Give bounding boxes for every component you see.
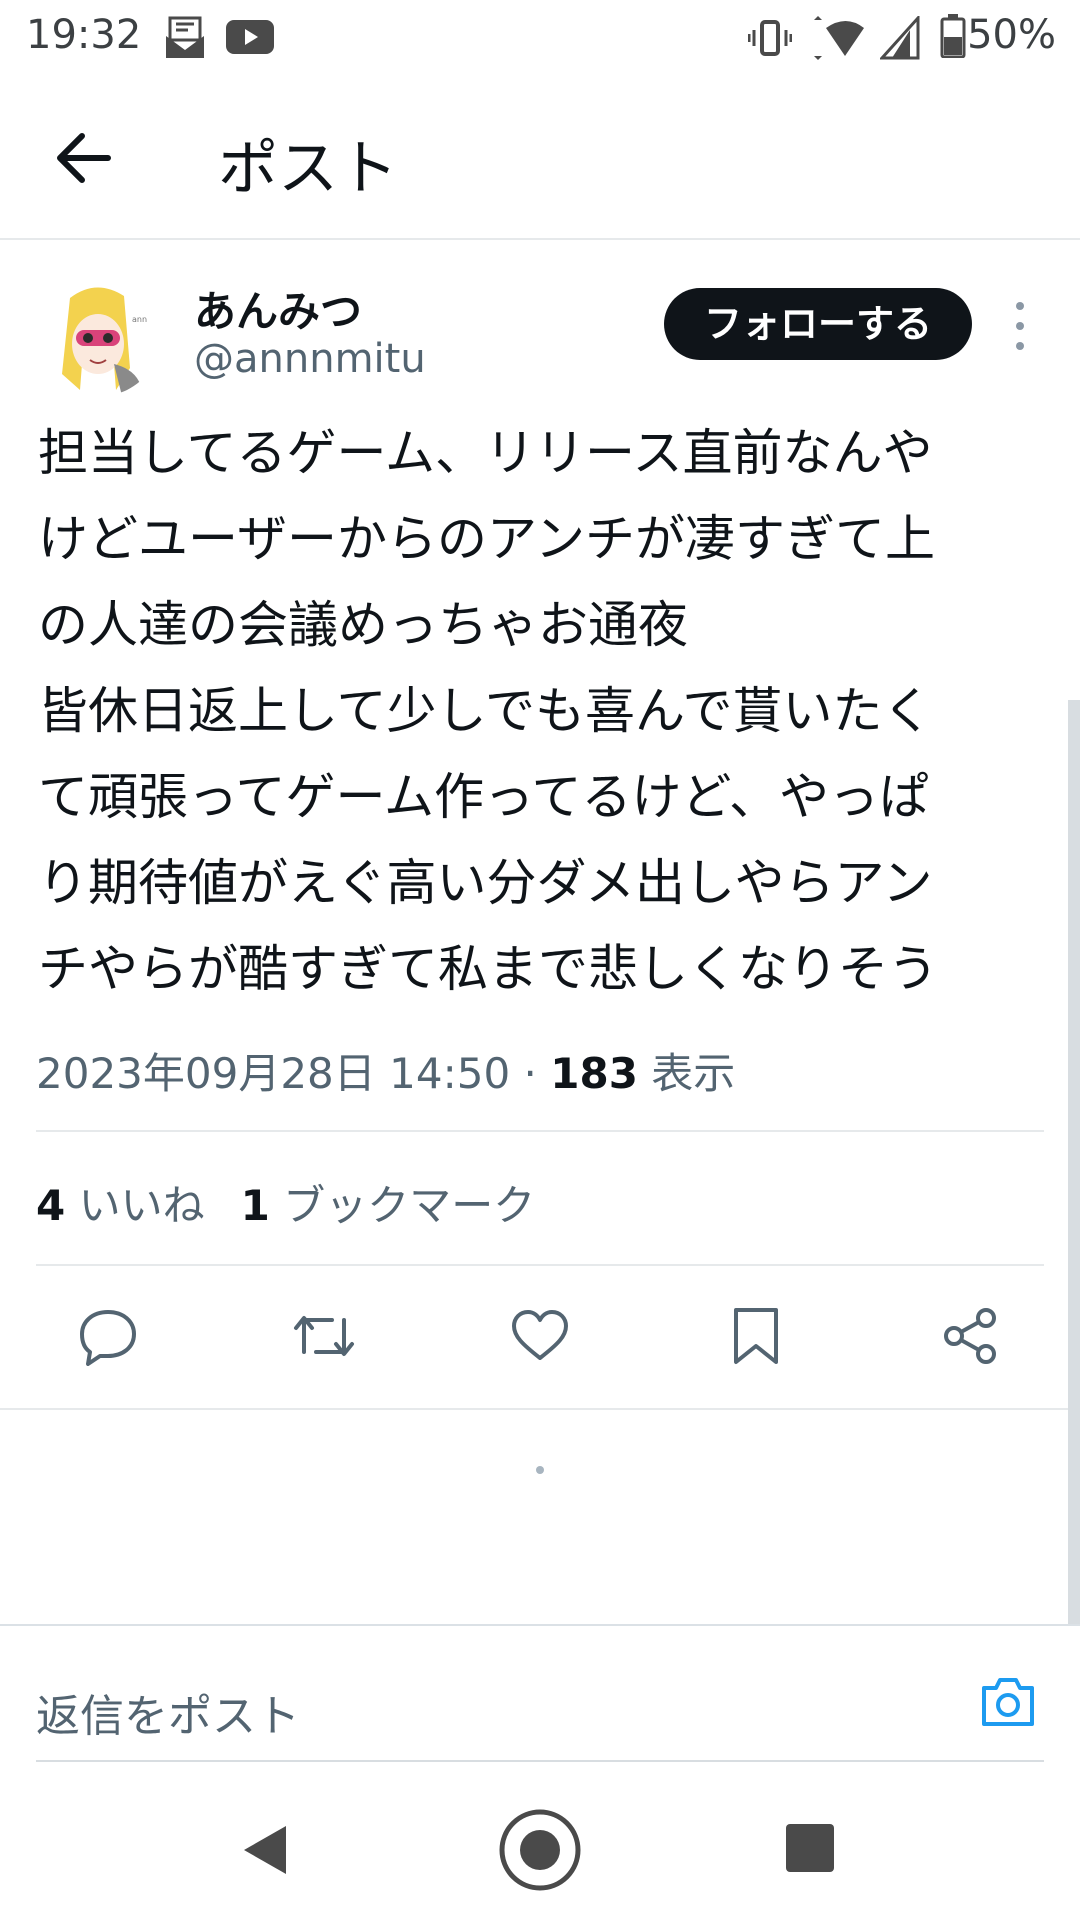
status-bar: 19:32 50% [0, 0, 1080, 76]
repost-icon [294, 1316, 354, 1356]
post-meta: 2023年09月28日 14:50 · 183 表示 [36, 1040, 735, 1101]
views-label: 表示 [651, 1049, 736, 1098]
post-line: けどユーザーからのアンチが凄すぎて上 [38, 510, 935, 568]
handle[interactable]: @annnmitu [194, 336, 426, 382]
signal-icon [878, 14, 920, 64]
reply-button[interactable] [78, 1306, 138, 1366]
avatar[interactable]: ann [42, 278, 160, 396]
page-title: ポスト [218, 134, 398, 204]
bookmarks-label: ブックマーク [283, 1181, 536, 1230]
divider [36, 1130, 1044, 1132]
nav-home-button[interactable] [498, 1808, 582, 1892]
nav-home-icon [499, 1809, 581, 1891]
scrollbar[interactable] [1068, 700, 1080, 1624]
post-line: 皆休日返上して少しでも喜んで貰いたく [38, 682, 933, 740]
likes-stat[interactable]: 4 いいね [36, 1181, 205, 1230]
like-icon [512, 1310, 568, 1360]
nav-back-icon [244, 1826, 286, 1874]
nav-back-button[interactable] [240, 1824, 290, 1880]
wifi-icon [808, 16, 864, 64]
battery-icon [940, 14, 966, 62]
share-button[interactable] [940, 1306, 1000, 1366]
bookmarks-stat[interactable]: 1 ブックマーク [241, 1181, 536, 1230]
mail-icon [164, 16, 206, 64]
views-count: 183 [550, 1049, 638, 1098]
back-button[interactable] [52, 126, 116, 190]
likes-label: いいね [78, 1181, 205, 1230]
post-line: チやらが酷すぎて私まで悲しくなりそう [38, 940, 938, 998]
divider [0, 1408, 1080, 1410]
nav-recents-button[interactable] [786, 1824, 834, 1872]
camera-button[interactable] [978, 1672, 1038, 1732]
divider [36, 1264, 1044, 1266]
loading-indicator [536, 1466, 544, 1474]
like-button[interactable] [510, 1306, 570, 1366]
status-time: 19:32 [26, 12, 142, 58]
camera-icon [982, 1678, 1034, 1726]
post-text: 担当してるゲーム、リリース直前なんや けどユーザーからのアンチが凄すぎて上 の人… [38, 410, 1048, 1012]
navigation-bar [0, 1780, 1080, 1920]
vibrate-icon [747, 16, 793, 64]
display-name[interactable]: あんみつ [194, 278, 362, 339]
post-line: り期待値がえぐ高い分ダメ出しやらアン [38, 854, 933, 912]
post-timestamp[interactable]: 2023年09月28日 14:50 [36, 1049, 510, 1098]
share-icon [944, 1308, 996, 1364]
reply-composer: 返信をポスト [0, 1624, 1080, 1766]
meta-separator: · [523, 1049, 537, 1098]
repost-button[interactable] [292, 1306, 354, 1366]
battery-percent: 50% [967, 12, 1056, 58]
reply-input[interactable]: 返信をポスト [36, 1680, 300, 1744]
reply-underline [36, 1760, 1044, 1762]
bookmarks-count: 1 [240, 1181, 270, 1230]
post-line: 担当してるゲーム、リリース直前なんや [38, 424, 933, 482]
bookmark-icon [734, 1308, 778, 1364]
post-stats: 4 いいね 1 ブックマーク [36, 1172, 535, 1233]
youtube-icon [226, 20, 274, 58]
svg-text:ann: ann [132, 315, 147, 324]
follow-button[interactable]: フォローする [664, 288, 972, 360]
screen: 19:32 50% ポスト ann あんみつ @annnmitu フォローする … [0, 0, 1080, 1920]
header: ポスト [0, 76, 1080, 240]
bookmark-button[interactable] [726, 1306, 786, 1366]
arrow-left-icon [57, 133, 111, 183]
more-vertical-icon [1016, 302, 1024, 350]
likes-count: 4 [36, 1181, 66, 1230]
more-options-button[interactable] [1006, 296, 1034, 356]
reply-icon [80, 1310, 136, 1366]
post-line: て頑張ってゲーム作ってるけど、やっぱ [38, 768, 929, 826]
post-line: の人達の会議めっちゃお通夜 [38, 596, 688, 654]
